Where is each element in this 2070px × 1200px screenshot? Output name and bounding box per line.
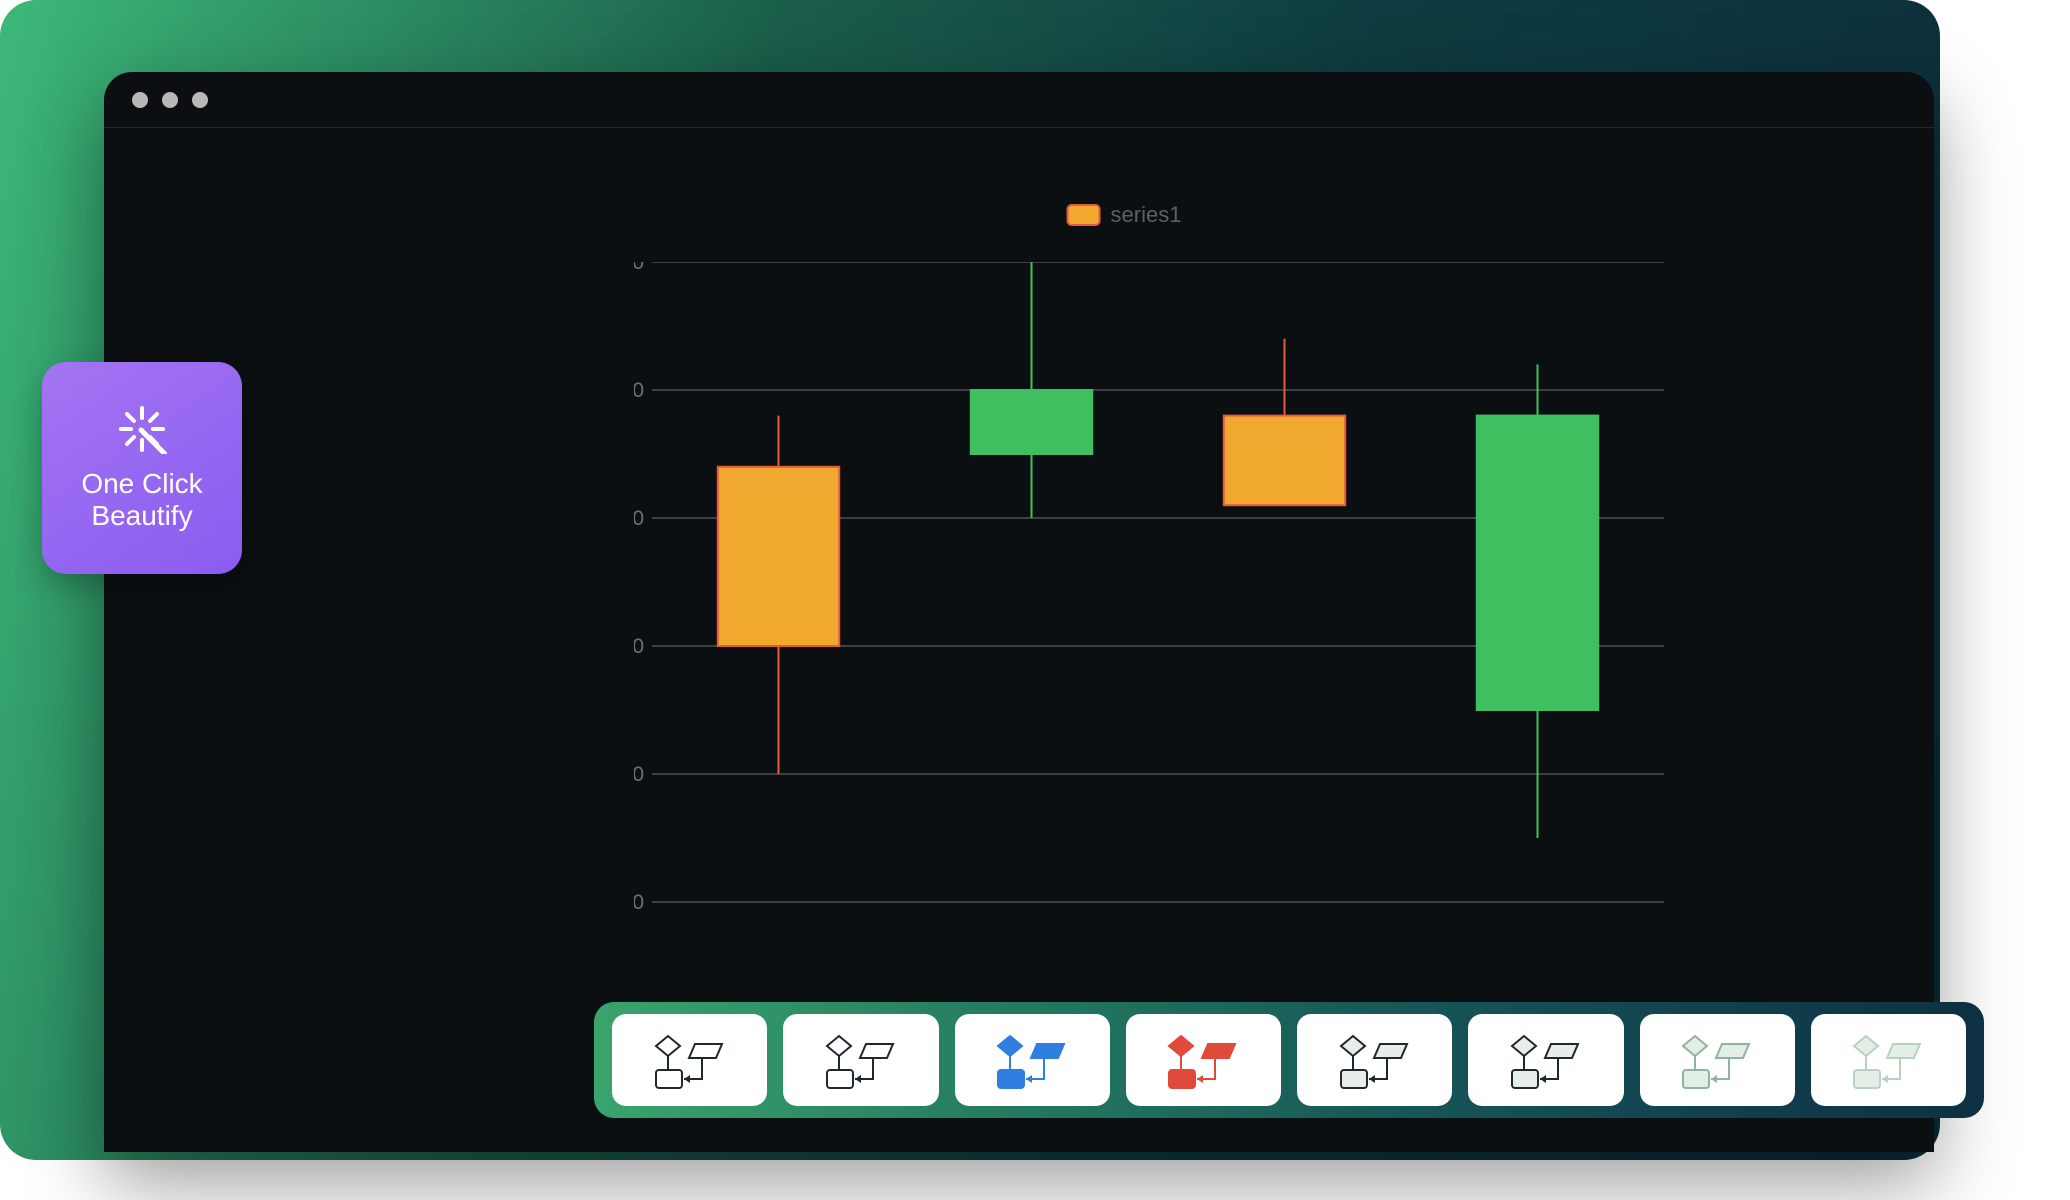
flowchart-icon: [982, 1026, 1082, 1094]
theme-outline-white-2[interactable]: [783, 1014, 938, 1106]
flowchart-icon: [1667, 1026, 1767, 1094]
window-dot-zoom-icon[interactable]: [192, 92, 208, 108]
theme-toolbar: [594, 1002, 1984, 1118]
theme-outline-white[interactable]: [612, 1014, 767, 1106]
window-titlebar: [104, 72, 1934, 128]
flowchart-icon: [1153, 1026, 1253, 1094]
theme-gray-green-1[interactable]: [1297, 1014, 1452, 1106]
beautify-label-2: Beautify: [91, 500, 192, 531]
legend-swatch-icon: [1067, 204, 1101, 226]
candlestick-chart: series1 0 10 20 30 40 50: [574, 202, 1674, 912]
theme-gray-green-2[interactable]: [1468, 1014, 1623, 1106]
sparkle-icon: [117, 404, 167, 454]
window-dot-close-icon[interactable]: [132, 92, 148, 108]
y-tick-label: 30: [634, 507, 644, 530]
one-click-beautify-button[interactable]: One Click Beautify: [42, 362, 242, 574]
theme-pale-2[interactable]: [1811, 1014, 1966, 1106]
candle-body: [1477, 416, 1598, 710]
flowchart-icon: [811, 1026, 911, 1094]
flowchart-icon: [1496, 1026, 1596, 1094]
candle-body: [971, 390, 1092, 454]
beautify-label-1: One Click: [81, 468, 202, 499]
app-window: series1 0 10 20 30 40 50: [104, 72, 1934, 1152]
window-dot-minimize-icon[interactable]: [162, 92, 178, 108]
y-tick-label: 20: [634, 635, 644, 658]
y-tick-label: 0: [634, 891, 644, 912]
flowchart-icon: [640, 1026, 740, 1094]
y-tick-label: 40: [634, 379, 644, 402]
flowchart-icon: [1838, 1026, 1938, 1094]
theme-red[interactable]: [1126, 1014, 1281, 1106]
chart-legend: series1: [1067, 202, 1182, 228]
theme-pale-1[interactable]: [1640, 1014, 1795, 1106]
flowchart-icon: [1325, 1026, 1425, 1094]
y-tick-label: 10: [634, 763, 644, 786]
candle-body: [1224, 416, 1345, 506]
theme-blue[interactable]: [955, 1014, 1110, 1106]
candle-body: [718, 467, 839, 646]
y-tick-label: 50: [634, 262, 644, 274]
legend-label: series1: [1111, 202, 1182, 228]
